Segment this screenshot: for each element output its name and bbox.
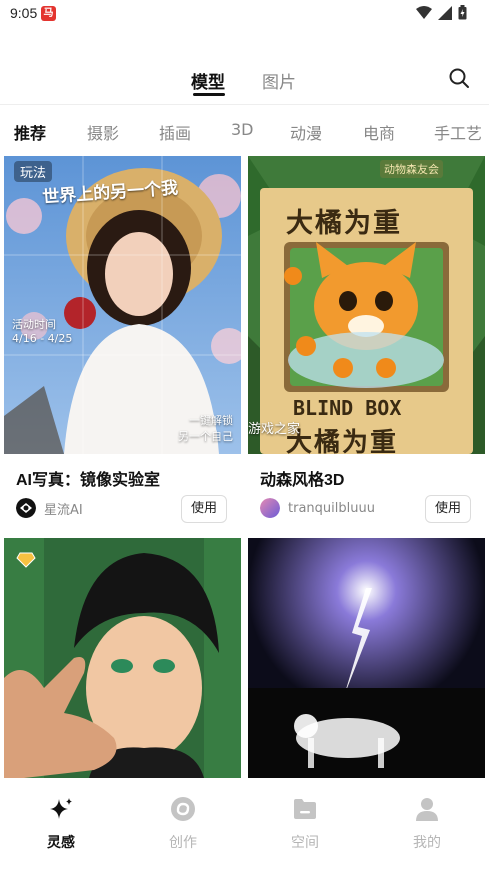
card-author: 星流AI (16, 498, 83, 518)
card-image (248, 538, 485, 778)
author-name: 星流AI (44, 502, 83, 518)
nav-label: 创作 (169, 835, 197, 851)
category-recommend[interactable]: 推荐 (14, 120, 46, 144)
category-bar: 推荐 摄影 插画 3D 动漫 电商 手工艺 (0, 112, 489, 148)
model-card[interactable] (248, 538, 485, 778)
avatar (16, 498, 36, 518)
status-time: 9:05 (10, 5, 38, 21)
nav-space[interactable]: 空间 (275, 796, 335, 852)
header-divider (0, 104, 489, 105)
wifi-icon (416, 5, 432, 19)
model-card[interactable]: 动物森友会 大橘为重 BLIND BOX 大橘为重 游戏之家 动森风格3D tr… (248, 156, 485, 530)
card-author: tranquilbluuu (260, 498, 375, 518)
nav-create[interactable]: 创作 (153, 796, 213, 852)
system-icons (416, 5, 467, 20)
nav-label: 灵感 (47, 835, 75, 851)
tab-models[interactable]: 模型 (191, 68, 225, 93)
card-title: 动森风格3D (260, 472, 345, 489)
create-icon (171, 797, 195, 821)
battery-icon (458, 5, 467, 20)
event-label: 活动时间 (12, 318, 56, 331)
tag-label: 玩法 (14, 161, 53, 182)
author-name: tranquilbluuu (288, 500, 375, 516)
category-anime[interactable]: 动漫 (290, 120, 322, 144)
sign-text: 动物森友会 (380, 160, 443, 178)
model-card[interactable]: 玩法 世界上的另一个我 活动时间 4/16 - 4/25 一键解锁 另一个自己 … (4, 156, 241, 530)
search-icon[interactable] (447, 66, 471, 90)
diamond-icon (16, 552, 36, 568)
event-dates: 4/16 - 4/25 (12, 332, 73, 345)
nav-inspiration[interactable]: 灵感 (31, 796, 91, 852)
signal-icon (438, 5, 452, 20)
app-notification-icon: 马 (41, 6, 56, 21)
use-button[interactable]: 使用 (425, 495, 471, 523)
model-card[interactable] (4, 538, 241, 778)
folder-icon (294, 799, 316, 819)
nav-label: 我的 (413, 835, 441, 851)
category-illustration[interactable]: 插画 (159, 120, 191, 144)
box-title: 大橘为重 (286, 208, 402, 239)
box-text: BLIND BOX (293, 396, 402, 420)
box-bottom-title: 大橘为重 (286, 428, 399, 454)
category-3d[interactable]: 3D (231, 120, 254, 139)
profile-icon (416, 798, 438, 821)
tab-images[interactable]: 图片 (262, 68, 296, 93)
watermark-text: 游戏之家 (248, 422, 301, 437)
status-bar: 9:05 马 (0, 0, 489, 26)
category-ecommerce[interactable]: 电商 (363, 120, 395, 144)
avatar (260, 498, 280, 518)
promo-line-1: 一键解锁 (189, 414, 233, 427)
top-tab-bar: 模型 图片 (0, 58, 489, 104)
active-tab-indicator (193, 93, 225, 96)
category-handicraft[interactable]: 手工艺 (434, 120, 482, 144)
card-image (4, 538, 241, 778)
nav-label: 空间 (291, 835, 319, 851)
promo-line-2: 另一个自己 (178, 430, 233, 443)
sparkle-icon (50, 798, 72, 819)
nav-profile[interactable]: 我的 (397, 796, 457, 852)
category-photography[interactable]: 摄影 (87, 120, 119, 144)
use-button[interactable]: 使用 (181, 495, 227, 523)
card-title: AI写真：镜像实验室 (16, 472, 161, 489)
bottom-navigation: 灵感 创作 空间 我的 (0, 778, 489, 869)
